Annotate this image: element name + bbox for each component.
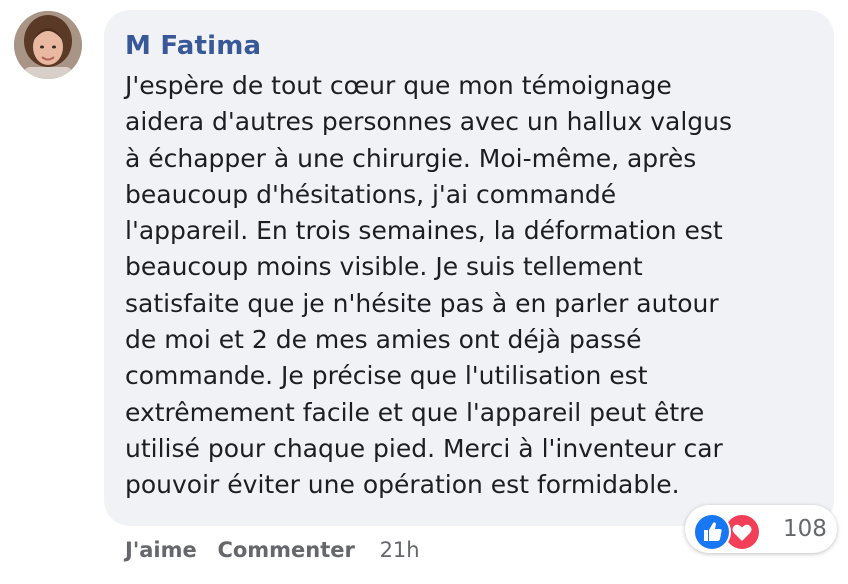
- like-button[interactable]: J'aime: [125, 538, 197, 562]
- comment-line: satisfaite que je n'hésite pas à en parl…: [125, 288, 719, 318]
- reactions-summary[interactable]: 108: [685, 505, 837, 553]
- comment-line: à échapper à une chirurgie. Moi-même, ap…: [125, 143, 697, 173]
- comment-line: utilisé pour chaque pied. Merci à l'inve…: [125, 433, 723, 463]
- reply-button[interactable]: Commenter: [217, 538, 354, 562]
- author-name[interactable]: M Fatima: [125, 31, 261, 61]
- comment-line: l'appareil. En trois semaines, la déform…: [125, 216, 723, 246]
- like-icon: [693, 513, 731, 551]
- comment-actions: J'aime Commenter 21h: [125, 538, 420, 562]
- avatar[interactable]: [14, 11, 82, 79]
- comment-line: beaucoup d'hésitations, j'ai commandé: [125, 179, 617, 209]
- comment-line: extrêmement facile et que l'appareil peu…: [125, 397, 705, 427]
- comment-line: J'espère de tout cœur que mon témoignage: [125, 71, 672, 100]
- comment-line: beaucoup moins visible. Je suis tellemen…: [125, 252, 643, 282]
- comment-line: commande. Je précise que l'utilisation e…: [125, 361, 648, 391]
- comment-line: de moi et 2 de mes amies ont déjà passé: [125, 325, 642, 355]
- comment-text: J'espère de tout cœur que mon témoignage…: [125, 68, 825, 504]
- reaction-count: 108: [783, 516, 827, 542]
- comment-line: pouvoir éviter une opération est formida…: [125, 470, 680, 500]
- comment-line: aidera d'autres personnes avec un hallux…: [125, 107, 733, 137]
- timestamp[interactable]: 21h: [380, 538, 420, 562]
